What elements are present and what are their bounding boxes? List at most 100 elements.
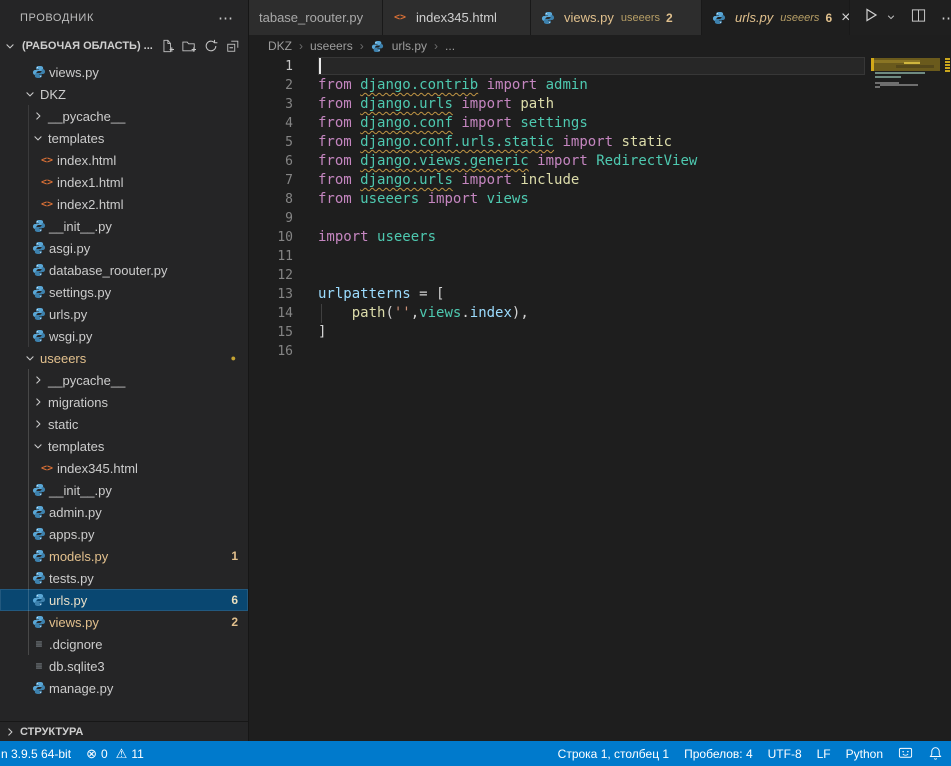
tree-file-urls.py[interactable]: urls.py: [0, 303, 248, 325]
problems-indicator[interactable]: ⊗ 0 ⚠ 11: [86, 746, 144, 762]
tree-file-database_roouter.py[interactable]: database_roouter.py: [0, 259, 248, 281]
tab-tabase_roouter.py[interactable]: tabase_roouter.py: [249, 0, 383, 35]
code-line-7[interactable]: 7from django.urls import include: [249, 171, 951, 190]
more-actions-icon[interactable]: ⋯: [941, 9, 951, 27]
tree-file-models.py[interactable]: models.py1: [0, 545, 248, 567]
tree-folder-useeers[interactable]: useeers●: [0, 347, 248, 369]
code-line-12[interactable]: 12: [249, 266, 951, 285]
tree-file-admin.py[interactable]: admin.py: [0, 501, 248, 523]
line-number: 8: [249, 190, 293, 209]
minimap-line-mark: [875, 72, 925, 74]
vscode-window: ПРОВОДНИК ⋯ (РАБОЧАЯ ОБЛАСТЬ) ... views.…: [0, 0, 951, 766]
code-token: [529, 152, 537, 171]
code-line-8[interactable]: 8from useeers import views: [249, 190, 951, 209]
tree-folder-__pycache__[interactable]: __pycache__: [0, 105, 248, 127]
code-line-11[interactable]: 11: [249, 247, 951, 266]
tree-file-views.py[interactable]: views.py: [0, 61, 248, 83]
tree-file-apps.py[interactable]: apps.py: [0, 523, 248, 545]
code-editor[interactable]: 12from django.contrib import admin3from …: [249, 57, 951, 361]
tree-item-label: index2.html: [57, 197, 123, 212]
code-token: include: [520, 171, 579, 190]
code-line-9[interactable]: 9: [249, 209, 951, 228]
code-token: [588, 152, 596, 171]
tree-file-db.sqlite3[interactable]: ≡db.sqlite3: [0, 655, 248, 677]
tree-folder-DKZ[interactable]: DKZ: [0, 83, 248, 105]
tree-file-tests.py[interactable]: tests.py: [0, 567, 248, 589]
tree-folder-static[interactable]: static: [0, 413, 248, 435]
code-token: [318, 304, 352, 323]
new-file-icon[interactable]: [160, 39, 174, 53]
feedback-icon[interactable]: [898, 746, 913, 761]
tree-folder-__pycache__[interactable]: __pycache__: [0, 369, 248, 391]
tree-file-index.html[interactable]: <>index.html: [0, 149, 248, 171]
tab-index345.html[interactable]: <>index345.html: [383, 0, 531, 35]
close-tab-icon[interactable]: ×: [841, 10, 850, 26]
collapse-folders-icon[interactable]: [226, 39, 240, 53]
minimap[interactable]: [871, 57, 943, 187]
breadcrumb-folder[interactable]: useeers: [310, 39, 353, 53]
code-line-16[interactable]: 16: [249, 342, 951, 361]
tree-file-__init__.py[interactable]: __init__.py: [0, 215, 248, 237]
tree-file-wsgi.py[interactable]: wsgi.py: [0, 325, 248, 347]
tree-file-index2.html[interactable]: <>index2.html: [0, 193, 248, 215]
breadcrumb-symbol[interactable]: ...: [445, 39, 455, 53]
code-token: settings: [520, 114, 587, 133]
code-line-13[interactable]: 13urlpatterns = [: [249, 285, 951, 304]
breadcrumb-file[interactable]: urls.py: [392, 39, 427, 53]
encoding-indicator[interactable]: UTF-8: [768, 747, 802, 761]
workspace-section-label: (РАБОЧАЯ ОБЛАСТЬ) ...: [22, 40, 153, 52]
code-token: django.conf.urls.static: [360, 133, 554, 152]
code-line-6[interactable]: 6from django.views.generic import Redire…: [249, 152, 951, 171]
tree-folder-migrations[interactable]: migrations: [0, 391, 248, 413]
code-token: django.contrib: [360, 76, 478, 95]
code-line-14[interactable]: 14 path('',views.index),: [249, 304, 951, 323]
indentation-indicator[interactable]: Пробелов: 4: [684, 747, 753, 761]
tree-file-index345.html[interactable]: <>index345.html: [0, 457, 248, 479]
text-cursor: [319, 58, 321, 74]
error-circle-icon: ⊗: [86, 746, 97, 762]
tree-file-urls.py[interactable]: urls.py6: [0, 589, 248, 611]
tree-file-asgi.py[interactable]: asgi.py: [0, 237, 248, 259]
workspace-section-header[interactable]: (РАБОЧАЯ ОБЛАСТЬ) ...: [0, 35, 248, 57]
overview-ruler[interactable]: [943, 57, 951, 741]
language-mode-indicator[interactable]: Python: [846, 747, 883, 761]
chevron-right-icon: [32, 396, 44, 408]
tree-file-views.py[interactable]: views.py2: [0, 611, 248, 633]
breadcrumb-root[interactable]: DKZ: [268, 39, 292, 53]
code-line-4[interactable]: 4from django.conf import settings: [249, 114, 951, 133]
refresh-icon[interactable]: [204, 39, 218, 53]
python-version-indicator[interactable]: n 3.9.5 64-bit: [1, 747, 71, 761]
minimap-line-mark: [875, 76, 901, 78]
tree-file-__init__.py[interactable]: __init__.py: [0, 479, 248, 501]
split-editor-icon[interactable]: [911, 8, 926, 28]
outline-section-header[interactable]: СТРУКТУРА: [0, 721, 248, 741]
run-dropdown-chevron-icon[interactable]: [886, 9, 896, 27]
tree-file-settings.py[interactable]: settings.py: [0, 281, 248, 303]
code-line-2[interactable]: 2from django.contrib import admin: [249, 76, 951, 95]
tree-file-index1.html[interactable]: <>index1.html: [0, 171, 248, 193]
tree-item-label: index.html: [57, 153, 116, 168]
tree-file-.dcignore[interactable]: ≡.dcignore: [0, 633, 248, 655]
tree-file-manage.py[interactable]: manage.py: [0, 677, 248, 699]
new-folder-icon[interactable]: [182, 39, 196, 53]
code-line-5[interactable]: 5from django.conf.urls.static import sta…: [249, 133, 951, 152]
warning-triangle-icon: ⚠: [116, 746, 128, 762]
line-number: 9: [249, 209, 293, 228]
eol-indicator[interactable]: LF: [817, 747, 831, 761]
code-line-10[interactable]: 10import useeers: [249, 228, 951, 247]
problems-count-badge: 6: [231, 593, 238, 607]
tab-label: index345.html: [416, 10, 497, 25]
tab-views.py[interactable]: views.pyuseeers2: [531, 0, 702, 35]
code-token: [352, 190, 360, 209]
tree-folder-templates[interactable]: templates: [0, 435, 248, 457]
notifications-bell-icon[interactable]: [928, 746, 943, 761]
tab-urls.py[interactable]: urls.pyuseeers6×: [702, 0, 850, 35]
code-line-15[interactable]: 15]: [249, 323, 951, 342]
outline-section-label: СТРУКТУРА: [20, 726, 83, 738]
run-button-icon[interactable]: [863, 7, 879, 28]
explorer-more-actions-icon[interactable]: ⋯: [218, 9, 234, 27]
tree-folder-templates[interactable]: templates: [0, 127, 248, 149]
cursor-position-indicator[interactable]: Строка 1, столбец 1: [558, 747, 669, 761]
code-line-3[interactable]: 3from django.urls import path: [249, 95, 951, 114]
code-line-1[interactable]: 1: [249, 57, 951, 76]
